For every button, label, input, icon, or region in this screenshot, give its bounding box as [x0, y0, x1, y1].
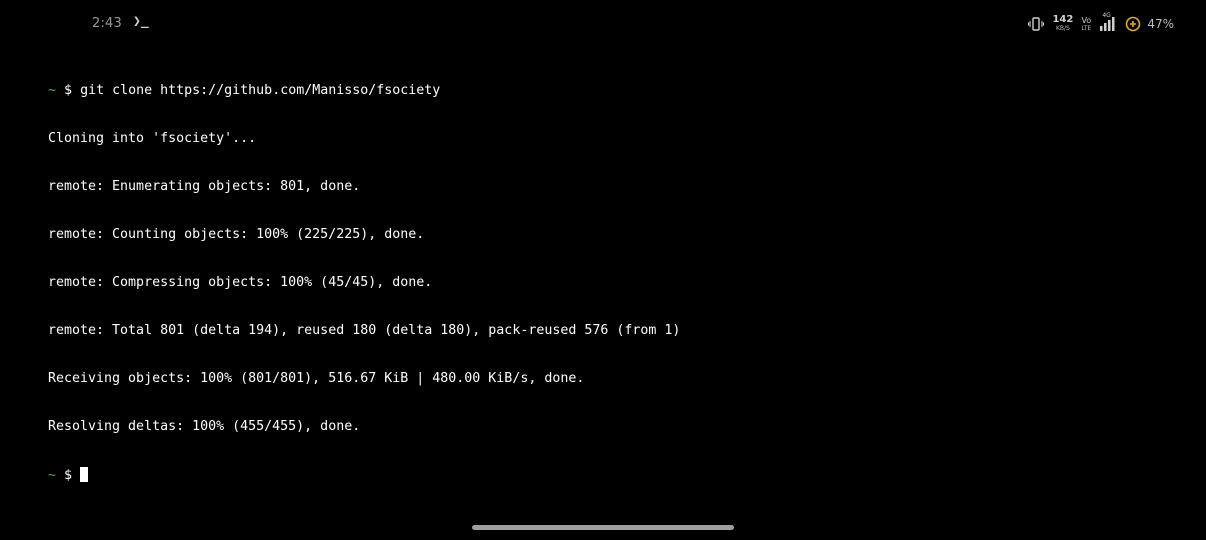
terminal-prompt-icon: ❯_: [133, 14, 149, 29]
output-line: Cloning into 'fsociety'...: [48, 131, 257, 146]
input-line[interactable]: ~ $: [48, 467, 1168, 483]
prompt-symbol: $: [64, 468, 73, 483]
status-bar: 2:43 ❯_ 142 KB/S Vo LTE 4G 47%: [0, 0, 1206, 46]
battery-percent: 47%: [1147, 17, 1174, 31]
status-time: 2:43: [92, 16, 122, 31]
output-line: remote: Total 801 (delta 194), reused 18…: [48, 323, 681, 338]
prompt-path: ~: [48, 83, 57, 98]
prompt-path: ~: [48, 468, 57, 483]
prompt-symbol: $: [64, 83, 73, 98]
home-indicator[interactable]: [472, 525, 734, 530]
output-line: Receiving objects: 100% (801/801), 516.6…: [48, 371, 585, 386]
signal-icon: 4G: [1099, 12, 1117, 32]
network-speed: 142 KB/S: [1052, 13, 1074, 33]
volte-indicator: Vo LTE: [1081, 15, 1092, 32]
output-line: Resolving deltas: 100% (455/455), done.: [48, 419, 361, 434]
terminal-output[interactable]: ~ $ git clone https://github.com/Manisso…: [48, 51, 1168, 499]
output-line: remote: Enumerating objects: 801, done.: [48, 179, 361, 194]
volte-top-label: Vo: [1081, 15, 1092, 25]
network-speed-unit: KB/S: [1055, 24, 1070, 32]
text-cursor[interactable]: [80, 467, 89, 482]
vibrate-icon: [1028, 17, 1045, 31]
status-icons: 142 KB/S Vo LTE 4G 47%: [1028, 12, 1174, 34]
network-speed-value: 142: [1052, 13, 1074, 25]
volte-bottom-label: LTE: [1081, 24, 1092, 32]
command-text: git clone https://github.com/Manisso/fso…: [80, 83, 441, 98]
command-line: ~ $ git clone https://github.com/Manisso…: [48, 83, 1168, 99]
output-line: remote: Compressing objects: 100% (45/45…: [48, 275, 433, 290]
output-line: remote: Counting objects: 100% (225/225)…: [48, 227, 425, 242]
battery-saver-icon: [1125, 16, 1141, 32]
network-type-label: 4G: [1102, 12, 1111, 19]
